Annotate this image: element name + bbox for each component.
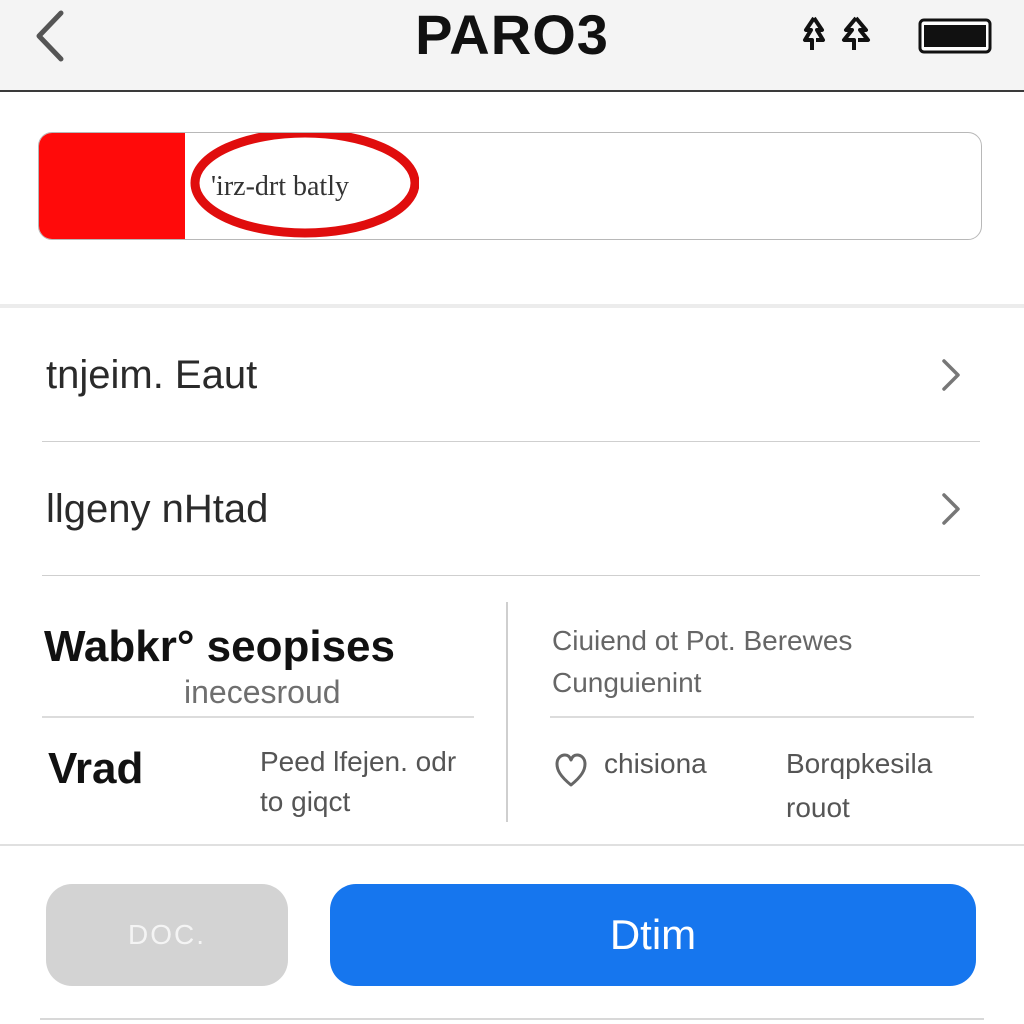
list-item-1[interactable]: tnjeim. Eaut: [42, 308, 980, 442]
option-detail-line: Borqpkesila: [786, 748, 933, 779]
option-label[interactable]: chisiona: [604, 748, 707, 780]
right-panel-heading: Ciuiend ot Pot. Berewes Cunguienint: [552, 620, 852, 704]
top-bar: PARO3: [0, 0, 1024, 92]
battery-icon: [918, 18, 992, 54]
detail-divider: [42, 716, 474, 718]
option-detail-line: rouot: [786, 792, 850, 823]
detail-left-panel: Wabkr° seopises inecesroud Vrad Peed lfe…: [42, 608, 474, 822]
primary-action-button[interactable]: Dtim: [330, 884, 976, 986]
search-value: 'irz-drt batly: [211, 171, 349, 202]
signal-icon: [803, 16, 870, 50]
heading-line: Cunguienint: [552, 667, 702, 698]
vrad-note-line: Peed lfejen. odr: [260, 746, 457, 777]
feature-title: Wabkr° seopises: [44, 622, 395, 671]
column-separator: [506, 602, 508, 822]
detail-divider: [550, 716, 974, 718]
option-detail: Borqpkesila rouot: [786, 742, 932, 830]
chevron-right-icon: [942, 359, 960, 391]
search-field[interactable]: 'irz-drt batly: [38, 132, 982, 240]
vrad-note-line: to giqct: [260, 786, 351, 817]
section-divider: [0, 844, 1024, 846]
list-item-2[interactable]: llgeny nHtad: [42, 442, 980, 576]
list-item-label: tnjeim. Eaut: [46, 353, 258, 397]
bottom-divider: [40, 1018, 984, 1020]
detail-right-panel: Ciuiend ot Pot. Berewes Cunguienint chis…: [550, 608, 974, 823]
doc-button[interactable]: DOC.: [46, 884, 288, 986]
feature-subtitle: inecesroud: [184, 674, 341, 710]
vrad-note: Peed lfejen. odr to giqct: [260, 742, 456, 822]
heading-line: Ciuiend ot Pot. Berewes: [552, 625, 853, 656]
vrad-title: Vrad: [48, 744, 144, 793]
chevron-right-icon: [942, 493, 960, 525]
search-highlight-block: [39, 133, 185, 239]
heart-icon[interactable]: [554, 752, 588, 790]
list-item-label: llgeny nHtad: [46, 487, 269, 531]
